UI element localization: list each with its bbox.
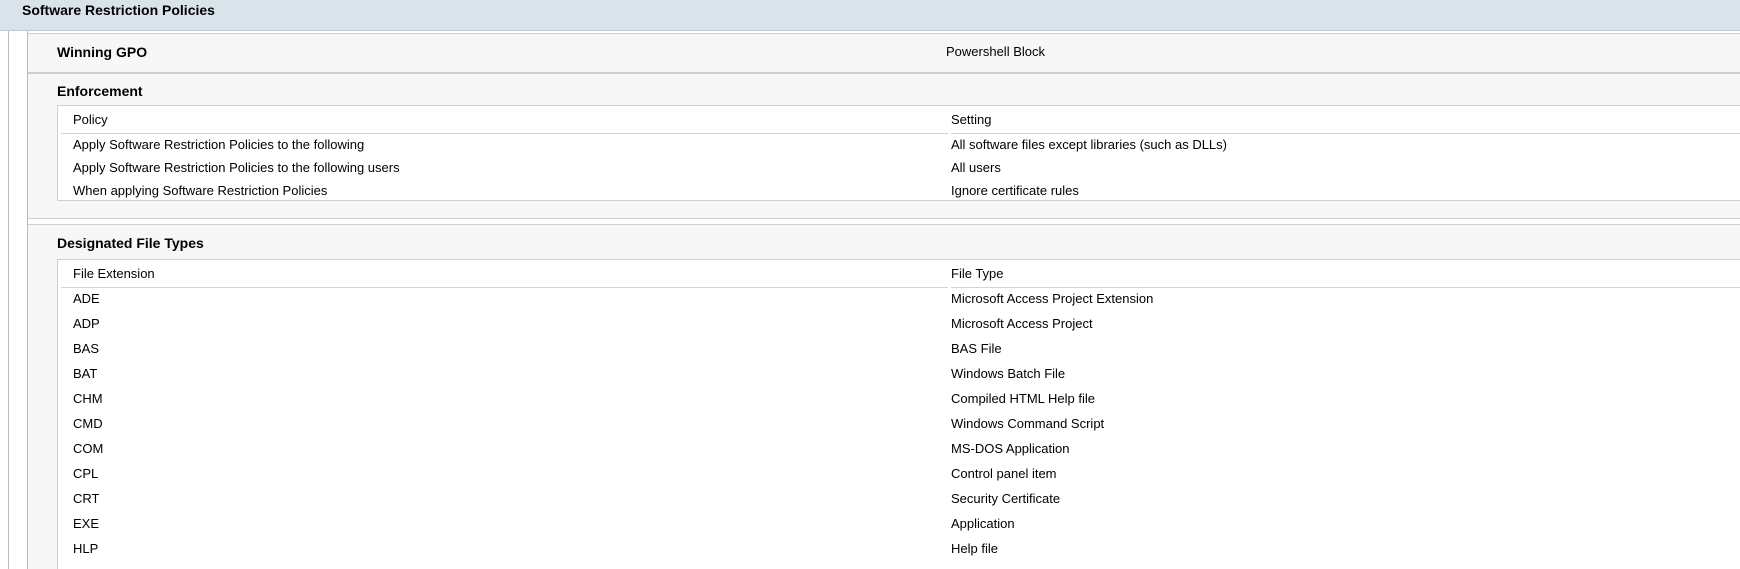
file-type-cell: Security Certificate xyxy=(951,491,1061,506)
file-type-cell: Microsoft Access Project xyxy=(951,316,1093,331)
setting-cell: All users xyxy=(951,160,1001,175)
table-row: BAS BAS File xyxy=(58,338,1740,363)
table-header: File Extension File Type xyxy=(58,260,1740,288)
setting-cell: Ignore certificate rules xyxy=(951,183,1079,198)
file-type-cell: Help file xyxy=(951,541,998,556)
extension-cell: BAS xyxy=(73,341,100,356)
tree-indent-line xyxy=(8,31,9,569)
section-header[interactable]: Software Restriction Policies xyxy=(0,0,1740,31)
extension-cell: ADP xyxy=(73,316,100,331)
table-row: EXE Application xyxy=(58,513,1740,538)
policy-cell: When applying Software Restriction Polic… xyxy=(73,183,328,198)
enforcement-section: Enforcement Policy Setting Apply Softwar… xyxy=(28,73,1740,219)
table-row: ADE Microsoft Access Project Extension xyxy=(58,288,1740,313)
table-row: CMD Windows Command Script xyxy=(58,413,1740,438)
file-type-cell: Microsoft Access Project Extension xyxy=(951,291,1154,306)
setting-cell: All software files except libraries (suc… xyxy=(951,137,1227,152)
table-row: BAT Windows Batch File xyxy=(58,363,1740,388)
file-type-cell: BAS File xyxy=(951,341,1002,356)
extension-cell: BAT xyxy=(73,366,98,381)
table-row: Apply Software Restriction Policies to t… xyxy=(58,134,1740,157)
file-type-cell: Windows Command Script xyxy=(951,416,1105,431)
extension-cell: COM xyxy=(73,441,104,456)
extension-cell: CPL xyxy=(73,466,99,481)
enforcement-title[interactable]: Enforcement xyxy=(57,83,143,99)
extension-cell: CMD xyxy=(73,416,103,431)
column-header-file-type: File Type xyxy=(951,266,1004,281)
table-row: HLP Help file xyxy=(58,538,1740,563)
extension-cell: HLP xyxy=(73,541,99,556)
file-type-cell: Control panel item xyxy=(951,466,1057,481)
section-title[interactable]: Software Restriction Policies xyxy=(22,2,215,18)
column-header-policy: Policy xyxy=(73,112,108,127)
table-row: CPL Control panel item xyxy=(58,463,1740,488)
table-row: ADP Microsoft Access Project xyxy=(58,313,1740,338)
policy-cell: Apply Software Restriction Policies to t… xyxy=(73,137,365,152)
table-row: CRT Security Certificate xyxy=(58,488,1740,513)
winning-gpo-label: Winning GPO xyxy=(57,44,148,60)
extension-cell: CHM xyxy=(73,391,103,406)
file-type-cell: Application xyxy=(951,516,1015,531)
file-type-cell: MS-DOS Application xyxy=(951,441,1070,456)
file-types-table: File Extension File Type ADE Microsoft A… xyxy=(57,259,1740,569)
table-header: Policy Setting xyxy=(58,106,1740,134)
winning-gpo-value: Powershell Block xyxy=(946,44,1045,59)
file-type-cell: Windows Batch File xyxy=(951,366,1066,381)
table-row: COM MS-DOS Application xyxy=(58,438,1740,463)
file-type-cell: Compiled HTML Help file xyxy=(951,391,1096,406)
winning-gpo-row: Winning GPO Powershell Block xyxy=(28,33,1740,73)
file-types-section: Designated File Types File Extension Fil… xyxy=(28,224,1740,569)
file-types-title[interactable]: Designated File Types xyxy=(57,235,204,251)
extension-cell: CRT xyxy=(73,491,100,506)
gpo-report-page: Software Restriction Policies Winning GP… xyxy=(0,0,1740,569)
extension-cell: ADE xyxy=(73,291,100,306)
column-header-setting: Setting xyxy=(951,112,992,127)
policy-cell: Apply Software Restriction Policies to t… xyxy=(73,160,400,175)
table-row: When applying Software Restriction Polic… xyxy=(58,180,1740,202)
table-row: CHM Compiled HTML Help file xyxy=(58,388,1740,413)
enforcement-table: Policy Setting Apply Software Restrictio… xyxy=(57,105,1740,201)
extension-cell: EXE xyxy=(73,516,100,531)
column-header-file-extension: File Extension xyxy=(73,266,155,281)
table-row: Apply Software Restriction Policies to t… xyxy=(58,157,1740,180)
